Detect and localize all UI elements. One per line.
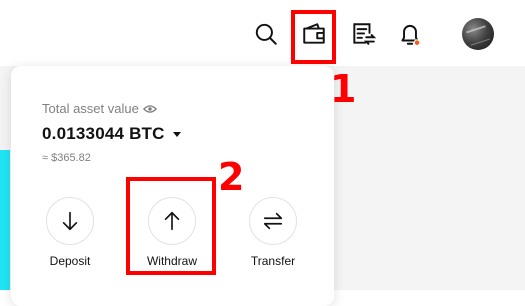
avatar[interactable] xyxy=(462,18,494,50)
caret-down-icon[interactable] xyxy=(172,131,181,137)
step-number-1: 1 xyxy=(330,67,357,111)
transfer-icon-circle[interactable] xyxy=(249,197,297,245)
deposit-button[interactable]: Deposit xyxy=(25,197,115,268)
total-asset-label: Total asset value xyxy=(42,101,157,116)
notification-dot xyxy=(413,39,421,47)
swap-arrows-icon xyxy=(263,212,283,230)
total-asset-text: Total asset value xyxy=(42,101,139,116)
arrow-down-icon xyxy=(62,211,78,231)
deposit-icon-circle[interactable] xyxy=(46,197,94,245)
transfer-button[interactable]: Transfer xyxy=(228,197,318,268)
step-number-2: 2 xyxy=(218,155,245,199)
highlight-box-withdraw xyxy=(126,177,216,275)
search-icon[interactable] xyxy=(252,20,280,48)
deposit-label: Deposit xyxy=(49,254,91,268)
fiat-value: ≈ $365.82 xyxy=(42,152,91,164)
accent-strip xyxy=(0,150,10,290)
balance-value: 0.0133044 BTC xyxy=(42,124,165,143)
bell-icon[interactable] xyxy=(396,20,424,48)
eye-icon[interactable] xyxy=(142,104,157,114)
balance-selector[interactable]: 0.0133044 BTC xyxy=(42,124,181,144)
orders-icon[interactable] xyxy=(349,20,377,48)
transfer-label: Transfer xyxy=(250,254,296,268)
highlight-box-wallet xyxy=(291,10,336,64)
